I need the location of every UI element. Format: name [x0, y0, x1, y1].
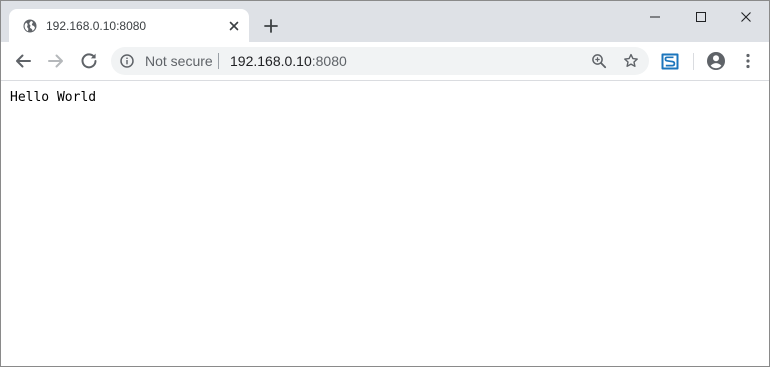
minimize-icon	[650, 16, 660, 18]
tab-active[interactable]: 192.168.0.10:8080	[9, 9, 249, 42]
browser-window: 192.168.0.10:8080 Not secure 192.168.0.1…	[0, 0, 770, 367]
minimize-button[interactable]	[632, 3, 678, 31]
url-text[interactable]: 192.168.0.10:8080	[230, 53, 347, 69]
kebab-menu-icon[interactable]	[736, 49, 760, 73]
globe-icon	[23, 19, 37, 33]
navigation-toolbar: Not secure 192.168.0.10:8080	[1, 42, 769, 81]
zoom-icon[interactable]	[591, 53, 607, 69]
title-bar: 192.168.0.10:8080	[1, 1, 769, 42]
omnibox-divider	[218, 53, 219, 69]
reload-icon[interactable]	[77, 49, 101, 73]
arrow-left-icon[interactable]	[11, 49, 35, 73]
tab-close-icon[interactable]	[227, 19, 241, 33]
close-window-button[interactable]	[723, 3, 769, 31]
account-circle-icon[interactable]	[704, 49, 728, 73]
star-icon[interactable]	[623, 53, 639, 69]
arrow-right-icon[interactable]	[44, 49, 68, 73]
maximize-icon	[696, 12, 706, 22]
maximize-button[interactable]	[678, 3, 724, 31]
close-icon	[741, 12, 751, 22]
page-content: Hello World	[1, 81, 769, 366]
info-icon[interactable]	[120, 54, 134, 68]
security-label[interactable]: Not secure	[145, 53, 213, 69]
url-host: 192.168.0.10	[230, 53, 312, 69]
url-port: :8080	[311, 53, 347, 69]
toolbar-divider	[693, 53, 694, 70]
address-bar[interactable]: Not secure 192.168.0.10:8080	[111, 47, 649, 75]
s-extension-icon[interactable]	[661, 53, 679, 70]
plus-icon[interactable]	[260, 15, 282, 37]
tab-title: 192.168.0.10:8080	[46, 19, 147, 33]
page-text: Hello World	[10, 90, 97, 105]
